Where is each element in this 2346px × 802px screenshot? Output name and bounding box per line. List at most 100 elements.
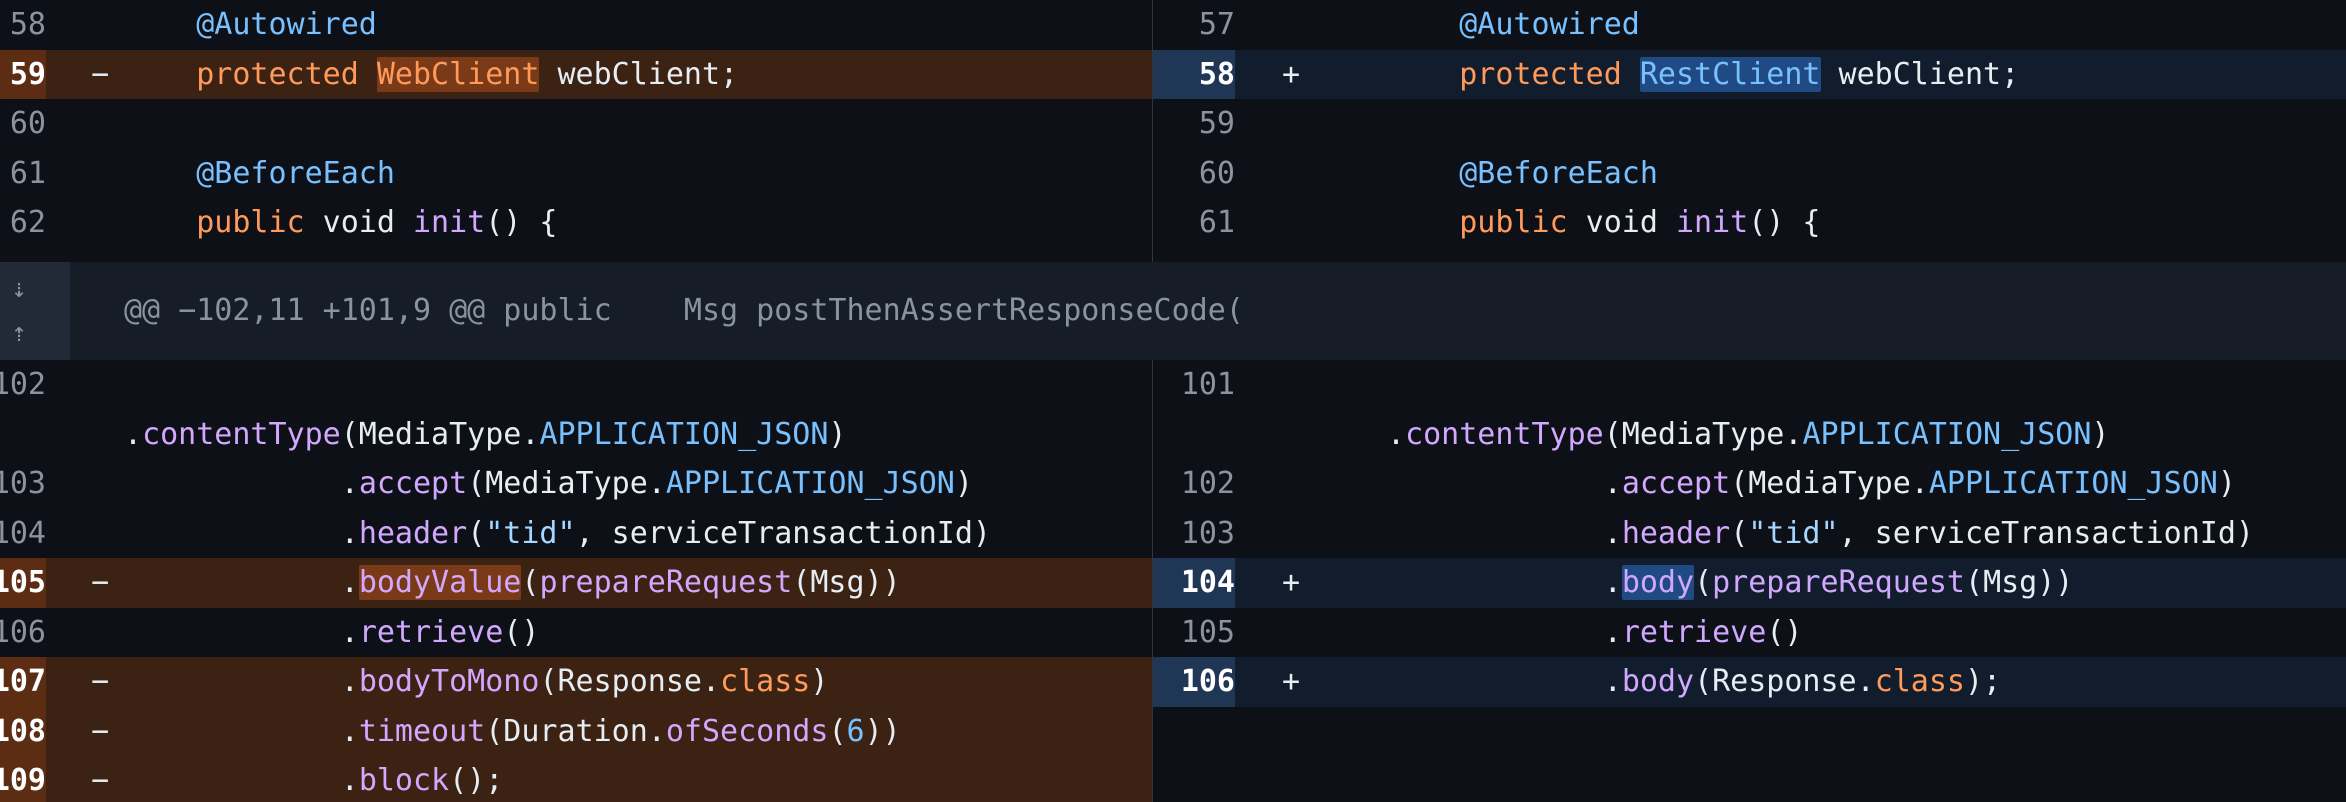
line-number[interactable]: 104 [0, 509, 46, 559]
right-diff-line-102: 102 .accept(MediaType.APPLICATION_JSON) [1153, 459, 2346, 509]
line-number[interactable]: 57 [1153, 0, 1235, 50]
expand-down-icon[interactable]: ⇣ [0, 270, 38, 308]
code-token: class [720, 664, 811, 699]
line-number[interactable]: 105 [0, 558, 46, 608]
code-token: ( [1694, 565, 1713, 600]
code-token: () { [485, 205, 558, 240]
code-token: APPLICATION_JSON [1802, 416, 2092, 452]
line-number[interactable]: 103 [1153, 509, 1235, 559]
line-number[interactable]: 59 [1153, 99, 1235, 149]
code-token: init [1676, 205, 1749, 240]
code-token: prepareRequest [1712, 565, 1965, 600]
line-number[interactable]: 102 [0, 360, 46, 410]
left-diff-line-61: 61 @BeforeEach [0, 149, 1152, 199]
code-token: header [358, 515, 468, 551]
code-token: )) [2037, 565, 2074, 600]
expand-up-icon[interactable]: ⇡ [0, 314, 38, 352]
code-token: Msg [1983, 565, 2038, 600]
code-token: . [124, 664, 359, 699]
deletion-marker: − [90, 664, 110, 699]
right-diff-line-61: 61 public void init() { [1153, 198, 2346, 248]
code-token: protected [196, 56, 359, 92]
line-number[interactable]: 106 [0, 608, 46, 658]
code-token: APPLICATION_JSON [1928, 466, 2218, 501]
right-diff-line-60: 60 @BeforeEach [1153, 149, 2346, 199]
line-number[interactable]: 62 [0, 198, 46, 248]
line-number[interactable]: 106 [1153, 657, 1235, 707]
addition-marker: + [1281, 56, 1301, 92]
code-token: . [124, 614, 359, 650]
line-number[interactable]: 61 [0, 149, 46, 199]
code-token: . [124, 565, 359, 600]
code-token: (MediaType. [467, 466, 666, 501]
code-token: . [1387, 565, 1622, 600]
addition-marker: + [1281, 664, 1301, 699]
left-pane-old: 58 @Autowired 59− protected WebClient web… [0, 0, 1152, 802]
code-token: bodyToMono [358, 664, 540, 699]
code-text: .timeout(Duration.ofSeconds(6)) [124, 707, 901, 757]
line-number[interactable]: 104 [1153, 558, 1235, 608]
left-diff-line-104: 104 .header("tid", serviceTransactionId) [0, 509, 1152, 559]
line-number[interactable]: 102 [1153, 459, 1235, 509]
code-text: .retrieve() [1387, 608, 1803, 658]
code-token: () { [1748, 205, 1821, 240]
line-number[interactable]: 105 [1153, 608, 1235, 658]
code-token: public [196, 205, 305, 240]
code-token: WebClient [376, 56, 540, 92]
code-token: (MediaType. [1603, 416, 1803, 452]
code-text: .contentType(MediaType.APPLICATION_JSON) [124, 410, 846, 460]
code-token: ) [954, 466, 973, 501]
code-token: )) [864, 713, 901, 749]
code-token: ) [828, 416, 847, 452]
code-token: ( [467, 515, 486, 551]
code-token: , serviceTransactionId) [1838, 515, 2254, 551]
code-token: . [1387, 466, 1622, 501]
code-token: "tid" [485, 515, 576, 551]
code-token: APPLICATION_JSON [665, 466, 955, 501]
code-token: (MediaType. [340, 416, 540, 452]
line-number[interactable]: 60 [0, 99, 46, 149]
code-token: (Response. [1694, 664, 1875, 699]
code-text: .retrieve() [124, 608, 540, 658]
code-token: body [1621, 664, 1695, 699]
code-text: @BeforeEach [124, 149, 395, 199]
line-number[interactable]: 61 [1153, 198, 1235, 248]
code-text: protected RestClient webClient; [1387, 50, 2019, 100]
code-token: . [1387, 515, 1622, 551]
code-token: . [124, 416, 143, 452]
code-text: .accept(MediaType.APPLICATION_JSON) [124, 459, 973, 509]
line-number[interactable]: 109 [0, 756, 46, 802]
code-token: . [1387, 416, 1406, 452]
code-text: .body(Response.class); [1387, 657, 2001, 707]
code-token: ) [810, 664, 829, 699]
line-number[interactable]: 101 [1153, 360, 1235, 410]
code-token: ( [1730, 515, 1749, 551]
code-token: . [1387, 614, 1622, 650]
code-token: contentType [142, 416, 341, 452]
line-number[interactable]: 108 [0, 706, 46, 756]
code-token: protected [1459, 56, 1622, 92]
line-number[interactable]: 60 [1153, 149, 1235, 199]
code-token: Msg [810, 565, 865, 600]
right-diff-line-103: 103 .header("tid", serviceTransactionId) [1153, 509, 2346, 559]
line-number[interactable]: 58 [1153, 49, 1235, 99]
right-diff-line-104: 104 + .body(prepareRequest(Msg)) [1153, 558, 2346, 608]
code-text: .body(prepareRequest(Msg)) [1387, 558, 2073, 608]
line-number[interactable]: 59 [0, 49, 46, 99]
code-text: @Autowired [1387, 0, 1640, 50]
line-number[interactable]: 103 [0, 459, 46, 509]
code-token: webClient; [1820, 56, 2020, 92]
code-text: .block(); [124, 756, 504, 802]
code-token: . [124, 466, 359, 501]
code-text: .contentType(MediaType.APPLICATION_JSON) [1387, 410, 2109, 460]
right-diff-line-106: 106 + .body(Response.class); [1153, 657, 2346, 707]
right-pane-new: 57 @Autowired 58 + protected RestClient we… [1153, 0, 2346, 802]
line-number[interactable]: 107 [0, 657, 46, 707]
line-number[interactable]: 58 [0, 0, 46, 50]
code-token: void [304, 205, 413, 240]
